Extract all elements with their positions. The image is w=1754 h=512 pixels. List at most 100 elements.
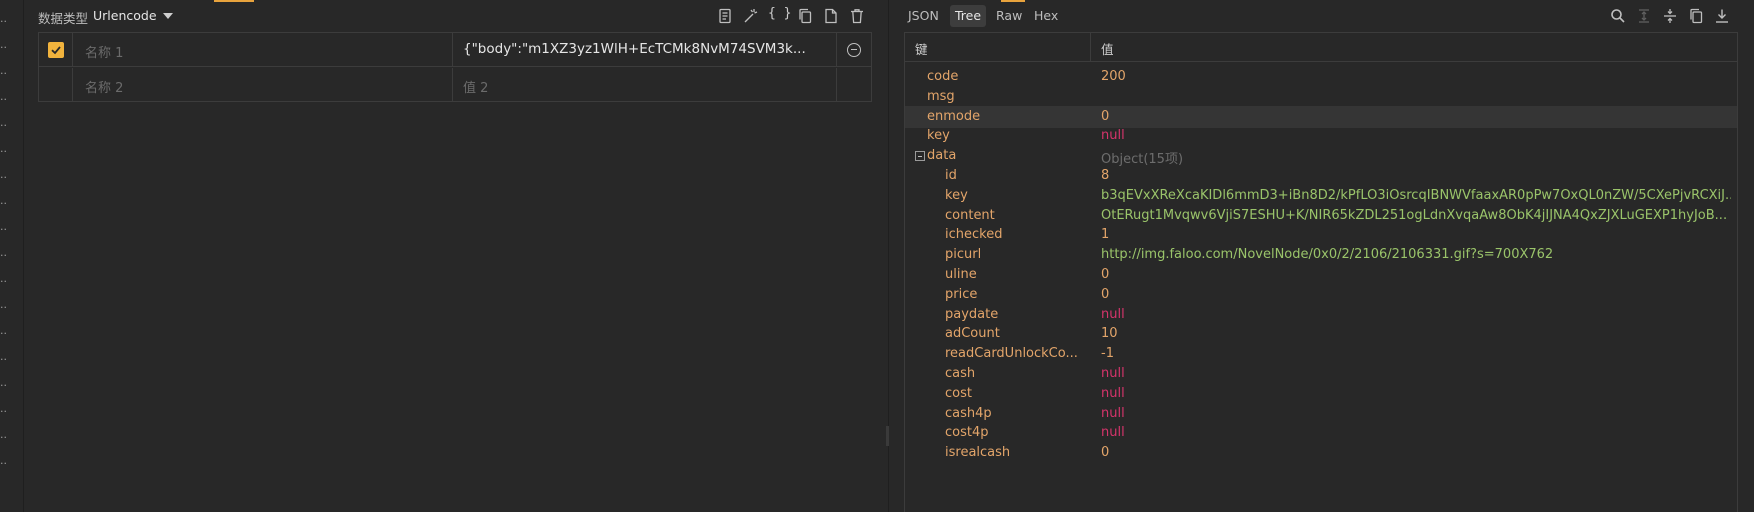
tab-raw[interactable]: Raw (991, 5, 1027, 27)
remove-row-icon[interactable] (847, 43, 861, 57)
data-type-label: 数据类型 (38, 11, 89, 26)
tree-value: -1 (1101, 346, 1114, 362)
param-name-cell[interactable]: 名称 2 (73, 68, 453, 102)
tree-key: data (927, 148, 957, 164)
tree-row[interactable]: uline 0 (905, 264, 1737, 286)
tree-key: msg (927, 88, 955, 104)
gutter-dots: .. (0, 376, 7, 389)
tree-value: null (1101, 366, 1125, 381)
tree-key: cash (945, 366, 976, 381)
data-type-select[interactable]: Urlencode (93, 8, 157, 23)
tree-value: 0 (1101, 267, 1110, 282)
tree-row[interactable]: id 8 (905, 165, 1737, 187)
tree-row[interactable]: ichecked 1 (905, 224, 1737, 246)
row-checkbox-cell (39, 33, 73, 67)
tree-value: 8 (1101, 168, 1110, 183)
braces-icon[interactable]: { } (768, 6, 791, 21)
tree-row[interactable]: msg (905, 86, 1737, 108)
document-icon[interactable] (716, 7, 734, 25)
collapse-icon[interactable] (1661, 7, 1679, 25)
row-checkbox-cell[interactable] (39, 68, 73, 102)
tree-value: b3qEVxXReXcaKIDl6mmD3+iBn8D2/kPfLO3iOsrc… (1101, 187, 1731, 203)
tree-key: key (927, 128, 950, 144)
copy-icon[interactable] (796, 7, 814, 25)
gutter-dots: .. (0, 64, 7, 77)
tree-row[interactable]: key b3qEVxXReXcaKIDl6mmD3+iBn8D2/kPfLO3iO… (905, 185, 1737, 207)
gutter-dots: .. (0, 220, 7, 233)
collapse-toggle-icon[interactable] (915, 151, 925, 162)
param-value-cell[interactable]: 值 2 (453, 68, 837, 102)
tree-row[interactable]: price 0 (905, 284, 1737, 306)
tree-row[interactable]: readCardUnlockCo... -1 (905, 343, 1737, 365)
params-table: 名称 1 {"body":"m1XZ3yz1WlH+EcTCMk8NvM74SV… (38, 32, 872, 102)
gutter-dots: .. (0, 324, 7, 337)
tab-hex[interactable]: Hex (1029, 5, 1063, 27)
row-action-cell (837, 68, 871, 102)
tree-row[interactable]: isrealcash 0 (905, 442, 1737, 464)
tree-value: 0 (1101, 445, 1110, 461)
tree-row[interactable]: picurl http://img.faloo.com/NovelNode/0x0… (905, 244, 1737, 266)
gutter-dots: .. (0, 90, 7, 103)
download-icon[interactable] (1713, 7, 1731, 25)
file-icon[interactable] (822, 7, 840, 25)
magic-wand-icon[interactable] (742, 7, 760, 25)
tree-key: isrealcash (945, 445, 1011, 461)
gutter-dots: .. (0, 194, 7, 207)
tree-row[interactable]: adCount 10 (905, 323, 1737, 345)
tree-key: code (927, 69, 959, 84)
tree-row[interactable]: enmode 0 (905, 105, 1737, 128)
tree-header: 键 值 (905, 33, 1737, 62)
tree-row[interactable]: cost null (905, 383, 1737, 405)
gutter-dots: .. (0, 38, 7, 51)
column-divider[interactable] (1090, 33, 1091, 62)
tree-row[interactable]: cost4p null (905, 422, 1737, 444)
tab-json[interactable]: JSON (903, 5, 944, 27)
tree-value: 0 (1101, 108, 1110, 124)
response-view-tabs: JSON Tree Raw Hex (889, 0, 1754, 32)
tree-value: null (1101, 425, 1125, 441)
tree-value: 200 (1101, 69, 1126, 84)
params-toolbar: 数据类型 Urlencode { } (24, 0, 888, 32)
row-checkbox[interactable] (48, 42, 64, 58)
json-tree: 键 值 code 200 msg enmode 0 key null data Object(1… (904, 32, 1738, 512)
tree-value: null (1101, 405, 1125, 421)
response-pane: JSON Tree Raw Hex 键 值 code 200 msg enmode 0 k… (889, 0, 1754, 512)
trash-icon[interactable] (848, 7, 866, 25)
tree-row[interactable]: cash null (905, 363, 1737, 385)
search-icon[interactable] (1609, 7, 1627, 25)
table-row: 名称 2 值 2 (39, 68, 871, 102)
param-name-placeholder: 名称 2 (85, 81, 124, 96)
expand-icon[interactable] (1635, 7, 1653, 25)
tree-key: price (945, 286, 978, 302)
gutter-dots: .. (0, 350, 7, 363)
tree-row[interactable]: code 200 (905, 66, 1737, 88)
tree-row[interactable]: content OtERugt1Mvqwv6VjiS7ESHU+K/NIR65kZ… (905, 205, 1737, 227)
tree-key: readCardUnlockCo... (945, 346, 1078, 362)
request-params-pane: 数据类型 Urlencode { } 名称 1 {"body":"m1XZ3yz… (24, 0, 888, 512)
tree-row[interactable]: paydate null (905, 304, 1737, 326)
tree-value: null (1101, 306, 1125, 322)
param-value-placeholder: 值 2 (463, 81, 489, 96)
tree-value: http://img.faloo.com/NovelNode/0x0/2/210… (1101, 247, 1554, 263)
gutter-dots: .. (0, 12, 7, 25)
tree-key: enmode (927, 108, 981, 124)
tree-key: cost4p (945, 425, 989, 441)
gutter-dots: .. (0, 298, 7, 311)
value-column-header: 值 (1101, 42, 1114, 57)
tree-row[interactable]: cash4p null (905, 403, 1737, 425)
param-value-cell[interactable]: {"body":"m1XZ3yz1WlH+EcTCMk8NvM74SVM3k..… (453, 33, 837, 67)
tab-tree[interactable]: Tree (950, 5, 987, 27)
tree-key: picurl (945, 247, 982, 263)
tree-key: adCount (945, 326, 1000, 342)
tree-row[interactable]: key null (905, 125, 1737, 147)
chevron-down-icon[interactable] (163, 13, 173, 19)
copy-icon[interactable] (1687, 7, 1705, 25)
tree-key: id (945, 168, 957, 183)
table-row: 名称 1 {"body":"m1XZ3yz1WlH+EcTCMk8NvM74SV… (39, 33, 871, 67)
gutter-dots: .. (0, 272, 7, 285)
tree-row[interactable]: data Object(15项) (905, 145, 1737, 167)
gutter-dots: .. (0, 402, 7, 415)
gutter-dots: .. (0, 454, 7, 467)
param-name-cell[interactable]: 名称 1 (73, 33, 453, 67)
tree-key: ichecked (945, 227, 1003, 243)
